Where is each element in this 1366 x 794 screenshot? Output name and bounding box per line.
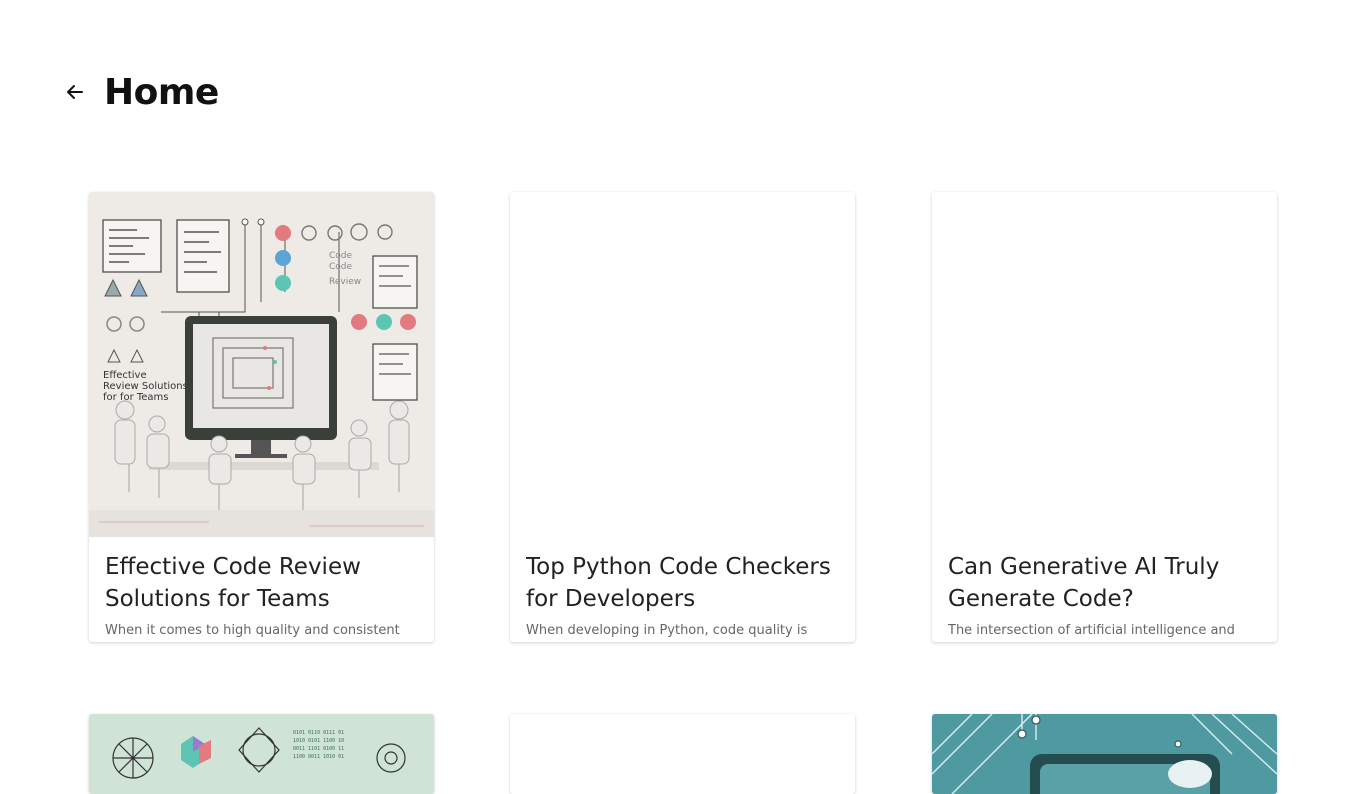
svg-text:1010 0101 1100 10: 1010 0101 1100 10 — [293, 738, 344, 744]
article-card[interactable]: Can Generative AI Truly Generate Code? T… — [932, 192, 1277, 642]
article-card[interactable] — [932, 714, 1277, 794]
article-excerpt: The intersection of artificial intellige… — [948, 623, 1235, 638]
article-thumbnail: 0101 0110 0111 01 1010 0101 1100 10 0011 … — [89, 714, 434, 794]
arrow-left-icon — [67, 85, 83, 99]
article-thumbnail — [510, 192, 855, 537]
svg-text:Code: Code — [329, 262, 353, 272]
svg-text:1100 0011 1010 01: 1100 0011 1010 01 — [293, 754, 344, 760]
article-title[interactable]: Can Generative AI Truly Generate Code? — [948, 551, 1261, 615]
svg-text:0101 0110 0111 01: 0101 0110 0111 01 — [293, 730, 344, 736]
thumbnail-side-text: Code — [329, 251, 353, 261]
article-card[interactable]: 0101 0110 0111 01 1010 0101 1100 10 0011 … — [89, 714, 434, 794]
svg-text:for for Teams: for for Teams — [103, 392, 169, 403]
article-excerpt: When developing in Python, code quality … — [526, 623, 808, 638]
svg-text:Review: Review — [329, 277, 361, 287]
article-excerpt: When it comes to high quality and consis… — [105, 623, 400, 638]
article-thumbnail — [510, 714, 855, 794]
svg-text:0011 1101 0100 11: 0011 1101 0100 11 — [293, 746, 344, 752]
article-title[interactable]: Effective Code Review Solutions for Team… — [105, 551, 418, 615]
article-thumbnail — [932, 714, 1277, 794]
article-card[interactable]: Top Python Code Checkers for Developers … — [510, 192, 855, 642]
back-button[interactable] — [62, 79, 88, 105]
article-title[interactable]: Top Python Code Checkers for Developers — [526, 551, 839, 615]
article-thumbnail: Code Code Review Effective Review Soluti… — [89, 192, 434, 537]
page-title: Home — [104, 71, 219, 113]
svg-text:Effective: Effective — [103, 370, 147, 381]
article-thumbnail — [932, 192, 1277, 537]
article-card[interactable]: Code Code Review Effective Review Soluti… — [89, 192, 434, 642]
article-card[interactable] — [510, 714, 855, 794]
svg-text:Review Solutions: Review Solutions — [103, 381, 188, 392]
page-header: Home — [62, 70, 219, 114]
